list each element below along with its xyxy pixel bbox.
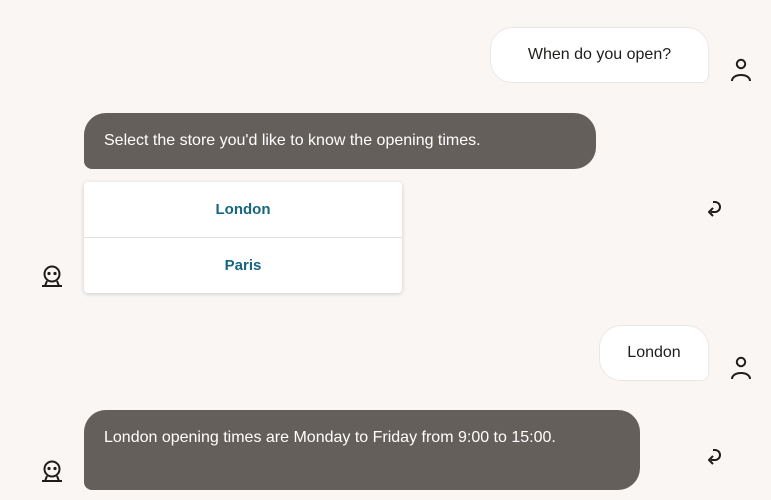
user-icon — [731, 356, 751, 380]
bot-icon — [42, 460, 62, 482]
user-icon — [731, 58, 751, 82]
bot-icon — [42, 265, 62, 287]
user-message-bubble: London — [599, 325, 709, 381]
bot-message-bubble: London opening times are Monday to Frida… — [84, 410, 640, 490]
user-message-bubble: When do you open? — [490, 27, 709, 83]
option-paris-button[interactable]: Paris — [84, 237, 402, 293]
option-london-button[interactable]: London — [84, 182, 402, 237]
bot-message-bubble: Select the store you'd like to know the … — [84, 113, 596, 169]
chat-conversation: When do you open? Select the store you'd… — [0, 0, 771, 500]
reply-arrow-icon[interactable] — [702, 444, 724, 466]
reply-arrow-icon[interactable] — [702, 196, 724, 218]
store-options-list: London Paris — [84, 182, 402, 293]
